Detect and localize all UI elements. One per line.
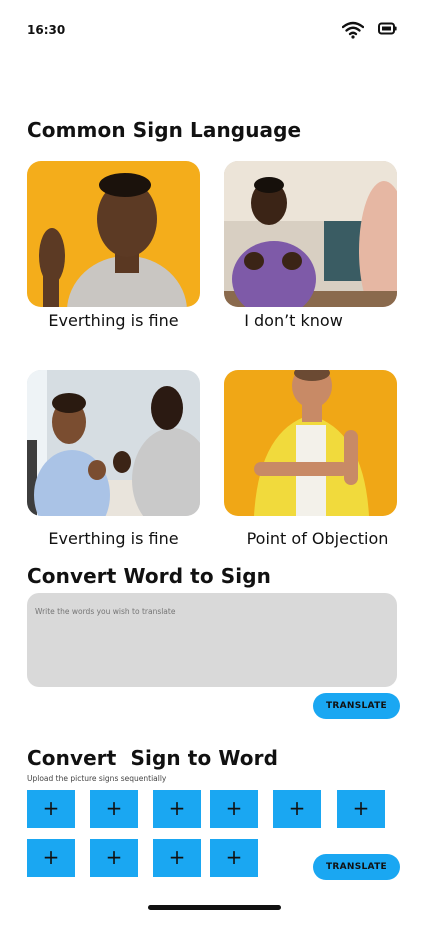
sign-card-3-caption: Everthing is fine: [48, 529, 179, 548]
sign-card-2-image[interactable]: [224, 161, 397, 307]
upload-sign-slot-8[interactable]: +: [90, 839, 138, 877]
battery-icon: [378, 22, 397, 35]
sign-card-4-image[interactable]: [224, 370, 397, 516]
translate-sign-button[interactable]: TRANSLATE: [313, 854, 400, 880]
status-time: 16:30: [27, 23, 66, 37]
translate-word-button[interactable]: TRANSLATE: [313, 693, 400, 719]
upload-sign-slot-7[interactable]: +: [27, 839, 75, 877]
upload-sign-slot-2[interactable]: +: [90, 790, 138, 828]
sign-to-word-title: Convert Sign to Word: [27, 746, 278, 770]
home-indicator[interactable]: [148, 905, 281, 910]
sign-photo-3: [27, 370, 200, 516]
wifi-icon: [342, 21, 364, 39]
common-sign-language-title: Common Sign Language: [27, 118, 302, 142]
sign-card-3-image[interactable]: [27, 370, 200, 516]
upload-sign-slot-9[interactable]: +: [153, 839, 201, 877]
sign-card-2-caption: I don’t know: [244, 311, 343, 330]
sign-card-1-caption: Everthing is fine: [48, 311, 179, 330]
upload-sign-slot-3[interactable]: +: [153, 790, 201, 828]
upload-sign-slot-10[interactable]: +: [210, 839, 258, 877]
sign-photo-1: [27, 161, 200, 307]
words-to-translate-input[interactable]: [27, 593, 397, 687]
upload-sign-slot-4[interactable]: +: [210, 790, 258, 828]
sign-card-4-caption: Point of Objection: [246, 529, 389, 548]
upload-instructions: Upload the picture signs sequentially: [27, 774, 167, 783]
sign-card-1-image[interactable]: [27, 161, 200, 307]
upload-sign-slot-5[interactable]: +: [273, 790, 321, 828]
upload-sign-slot-6[interactable]: +: [337, 790, 385, 828]
sign-photo-4: [224, 370, 397, 516]
upload-sign-slot-1[interactable]: +: [27, 790, 75, 828]
sign-to-word-title-text: Convert Sign to Word: [27, 746, 279, 770]
status-bar: 16:30: [0, 0, 428, 60]
word-to-sign-title: Convert Word to Sign: [27, 564, 271, 588]
sign-photo-2: [224, 161, 397, 307]
